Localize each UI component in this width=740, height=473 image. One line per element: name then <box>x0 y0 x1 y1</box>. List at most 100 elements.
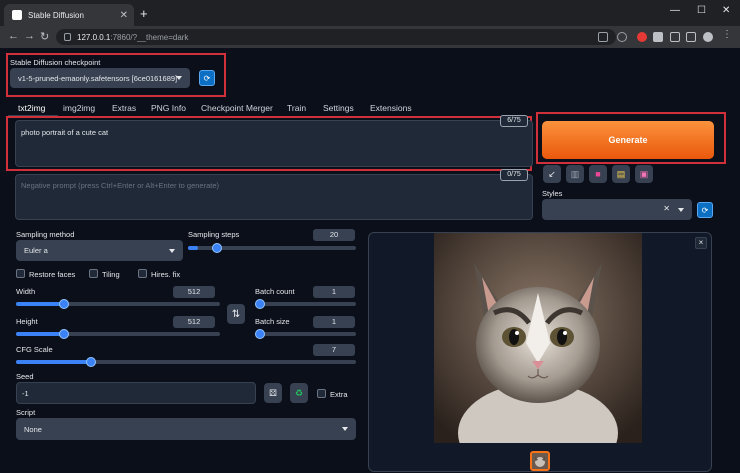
cfg-scale-slider[interactable] <box>16 357 356 367</box>
clipboard-icon: ▤ <box>616 168 626 179</box>
batch-size-label: Batch size <box>255 317 290 326</box>
browser-tab-bar: Stable Diffusion ✕ + — ☐ ✕ <box>0 0 740 26</box>
reading-list-icon[interactable] <box>670 32 680 42</box>
tab-checkpoint-merger[interactable]: Checkpoint Merger <box>201 103 273 113</box>
tab-train[interactable]: Train <box>287 103 306 113</box>
extensions-puzzle-icon[interactable] <box>653 32 663 42</box>
profile-avatar[interactable] <box>703 32 713 42</box>
checkpoint-value: v1-5-pruned-emaonly.safetensors [6ce0161… <box>18 73 178 83</box>
batch-size-input[interactable]: 1 <box>313 316 355 328</box>
slider-knob[interactable] <box>255 299 265 309</box>
slider-fill <box>16 302 64 306</box>
script-value: None <box>24 424 42 434</box>
cat-illustration <box>434 233 642 443</box>
refresh-checkpoint-button[interactable]: ⟳ <box>199 70 215 86</box>
chevron-down-icon <box>342 427 348 431</box>
forward-icon[interactable]: → <box>24 30 35 42</box>
generated-cat-image[interactable] <box>434 233 642 443</box>
gallery-thumbnail[interactable] <box>530 451 550 471</box>
batch-count-slider[interactable] <box>255 299 356 309</box>
favicon-icon <box>12 10 22 20</box>
dice-icon: ⚄ <box>269 387 277 398</box>
sampling-steps-input[interactable]: 20 <box>313 229 355 241</box>
tab-txt2img[interactable]: txt2img <box>18 103 45 113</box>
styles-select[interactable]: ✕ <box>542 199 692 220</box>
checkpoint-label: Stable Diffusion checkpoint <box>10 58 101 67</box>
cfg-scale-label: CFG Scale <box>16 345 53 354</box>
batch-count-label: Batch count <box>255 287 295 296</box>
extra-seed-checkbox[interactable] <box>317 389 326 398</box>
restore-faces-checkbox[interactable] <box>16 269 25 278</box>
cfg-scale-input[interactable]: 7 <box>313 344 355 356</box>
tab-extras[interactable]: Extras <box>112 103 136 113</box>
read-params-button[interactable]: ↙ <box>543 165 561 183</box>
tab-img2img[interactable]: img2img <box>63 103 95 113</box>
arrow-icon: ↙ <box>548 168 556 179</box>
browser-tab[interactable]: Stable Diffusion ✕ <box>4 4 134 26</box>
clear-styles-icon[interactable]: ✕ <box>663 204 670 213</box>
tab-close-icon[interactable]: ✕ <box>120 10 128 21</box>
extra-networks-button[interactable]: ■ <box>589 165 607 183</box>
script-select[interactable]: None <box>16 418 356 440</box>
width-input[interactable]: 512 <box>173 286 215 298</box>
url-input[interactable]: 127.0.0.1 :7860/?__theme=dark <box>56 29 616 45</box>
generate-button[interactable]: Generate <box>542 121 714 159</box>
negative-prompt-placeholder: Negative prompt (press Ctrl+Enter or Alt… <box>21 181 220 190</box>
batch-size-slider[interactable] <box>255 329 356 339</box>
bookmark-star-icon[interactable] <box>617 32 627 42</box>
prompt-text: photo portrait of a cute cat <box>21 128 109 137</box>
tab-png-info[interactable]: PNG Info <box>151 103 186 113</box>
sampling-steps-label: Sampling steps <box>188 230 240 239</box>
height-input[interactable]: 512 <box>173 316 215 328</box>
sampling-method-select[interactable]: Euler a <box>16 240 183 261</box>
seed-input[interactable] <box>16 382 256 404</box>
seed-label: Seed <box>16 372 34 381</box>
height-slider[interactable] <box>16 329 220 339</box>
script-label: Script <box>16 408 36 417</box>
share-icon[interactable] <box>598 32 608 42</box>
restore-faces-label: Restore faces <box>29 270 76 279</box>
slider-knob[interactable] <box>59 299 69 309</box>
random-seed-button[interactable]: ⚄ <box>264 383 282 403</box>
batch-count-input[interactable]: 1 <box>313 286 355 298</box>
chevron-down-icon <box>176 76 182 80</box>
refresh-styles-button[interactable]: ⟳ <box>697 202 713 218</box>
slider-knob[interactable] <box>86 357 96 367</box>
reload-icon[interactable]: ↻ <box>40 30 49 43</box>
swap-arrows-icon: ⇅ <box>231 308 241 320</box>
maximize-icon[interactable]: ☐ <box>697 5 706 16</box>
sampling-method-value: Euler a <box>24 246 48 255</box>
hires-fix-checkbox[interactable] <box>138 269 147 278</box>
minimize-icon[interactable]: — <box>670 5 680 16</box>
width-label: Width <box>16 287 36 296</box>
site-info-icon[interactable] <box>64 33 71 41</box>
seed-value: -1 <box>22 389 29 398</box>
sampling-steps-slider[interactable] <box>188 243 356 253</box>
browser-tab-title: Stable Diffusion <box>28 10 84 20</box>
side-panel-icon[interactable] <box>686 32 696 42</box>
close-preview-icon[interactable]: × <box>695 237 707 249</box>
clear-prompt-button[interactable]: ▥ <box>566 165 584 183</box>
browser-menu-icon[interactable]: ⋮ <box>722 29 732 40</box>
checkpoint-select[interactable]: v1-5-pruned-emaonly.safetensors [6ce0161… <box>10 68 190 88</box>
apply-style-button[interactable]: ▤ <box>612 165 630 183</box>
window-close-icon[interactable]: ✕ <box>722 5 730 16</box>
reuse-seed-button[interactable]: ♻ <box>290 383 308 403</box>
slider-fill <box>16 332 64 336</box>
slider-knob[interactable] <box>255 329 265 339</box>
save-style-button[interactable]: ▣ <box>635 165 653 183</box>
swap-dimensions-button[interactable]: ⇅ <box>227 304 245 324</box>
width-slider[interactable] <box>16 299 220 309</box>
slider-knob[interactable] <box>212 243 222 253</box>
extra-seed-label: Extra <box>330 390 348 399</box>
tiling-checkbox[interactable] <box>89 269 98 278</box>
extension-red-icon[interactable] <box>637 32 647 42</box>
tab-settings[interactable]: Settings <box>323 103 354 113</box>
styles-label: Styles <box>542 189 563 198</box>
tab-extensions[interactable]: Extensions <box>370 103 412 113</box>
tiling-label: Tiling <box>102 270 120 279</box>
slider-fill <box>16 360 90 364</box>
slider-knob[interactable] <box>59 329 69 339</box>
back-icon[interactable]: ← <box>8 30 19 42</box>
new-tab-button[interactable]: + <box>140 6 148 21</box>
